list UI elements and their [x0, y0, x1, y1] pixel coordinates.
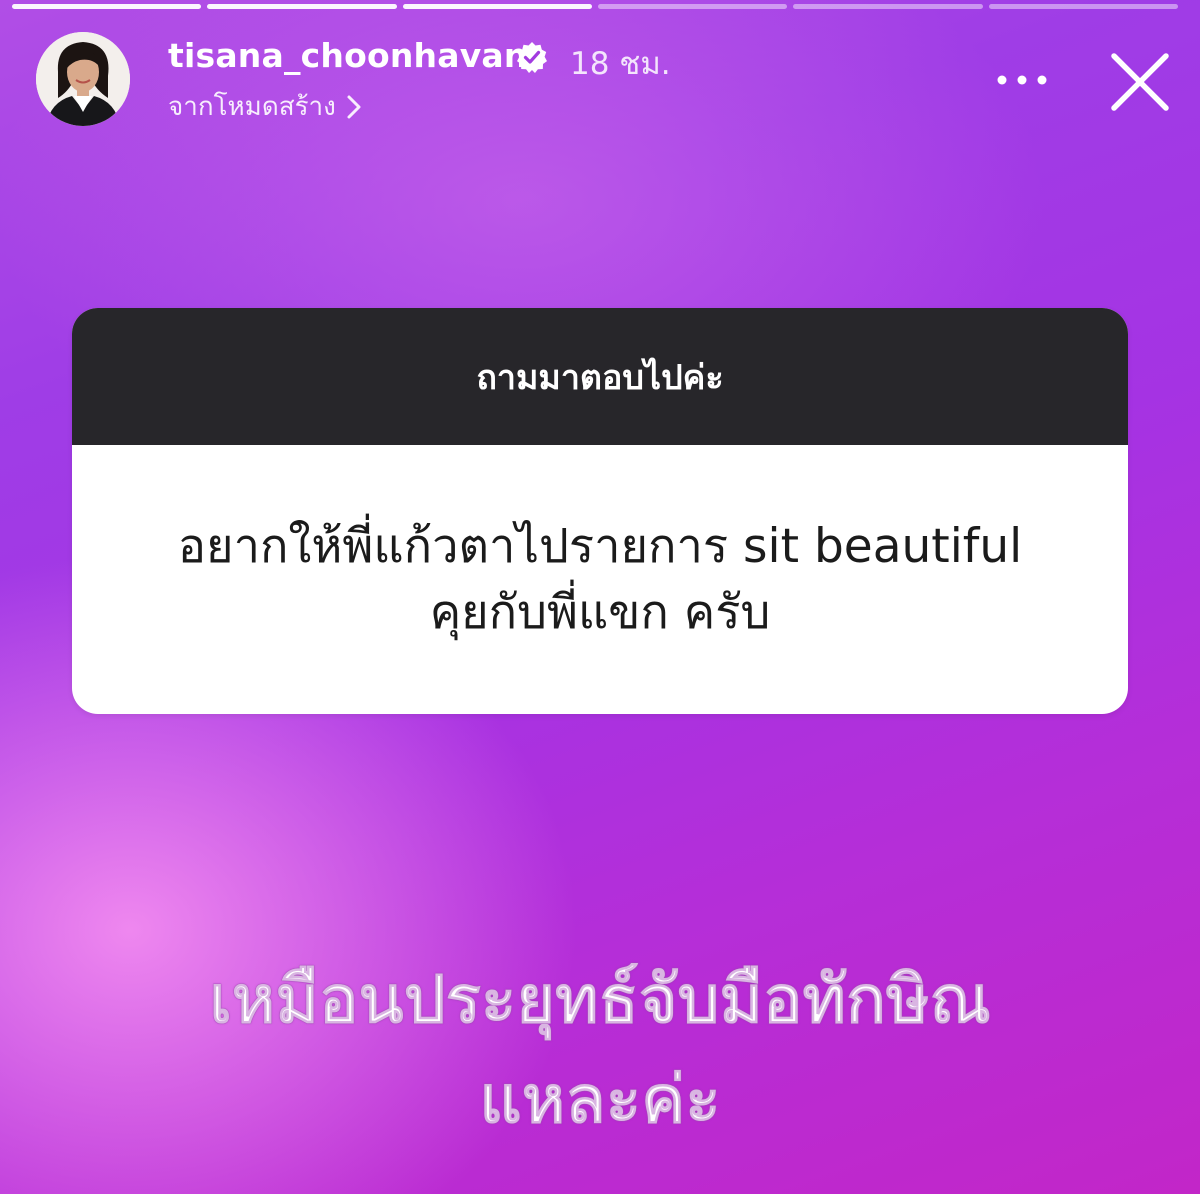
- question-sticker: ถามมาตอบไปค่ะ อยากให้พี่แก้วตาไปรายการ s…: [72, 308, 1128, 714]
- story-segment: [793, 4, 983, 9]
- avatar[interactable]: [36, 32, 130, 126]
- post-time: 18 ชม.: [570, 46, 671, 82]
- question-line-1: อยากให้พี่แก้วตาไปรายการ sit beautiful: [177, 518, 1023, 574]
- story-segment: [597, 4, 788, 9]
- story-segment: [988, 4, 1178, 9]
- verified-badge-icon: [517, 42, 547, 73]
- story-segment: [402, 4, 592, 9]
- answer-text: เหมือนประยุทธ์จับมือทักษิณ แหละค่ะ: [60, 950, 1140, 1150]
- created-with-link[interactable]: จากโหมดสร้าง: [168, 86, 362, 127]
- story-segment: [207, 4, 397, 9]
- story-segment: [12, 4, 202, 9]
- more-options-icon[interactable]: [992, 60, 1052, 100]
- answer-line-1: เหมือนประยุทธ์จับมือทักษิณ: [209, 961, 992, 1039]
- created-with-label: จากโหมดสร้าง: [168, 92, 336, 122]
- chevron-right-icon: [347, 95, 361, 118]
- username[interactable]: tisana_choonhavan: [168, 36, 528, 75]
- answer-line-2: แหละค่ะ: [479, 1061, 722, 1139]
- question-text: อยากให้พี่แก้วตาไปรายการ sit beautiful ค…: [72, 445, 1128, 714]
- close-icon[interactable]: [1108, 50, 1172, 114]
- story-progress-bar: [12, 4, 1178, 10]
- question-line-2: คุยกับพี่แขก ครับ: [429, 584, 771, 640]
- profile-photo: [36, 32, 130, 126]
- question-sticker-title: ถามมาตอบไปค่ะ: [72, 308, 1128, 445]
